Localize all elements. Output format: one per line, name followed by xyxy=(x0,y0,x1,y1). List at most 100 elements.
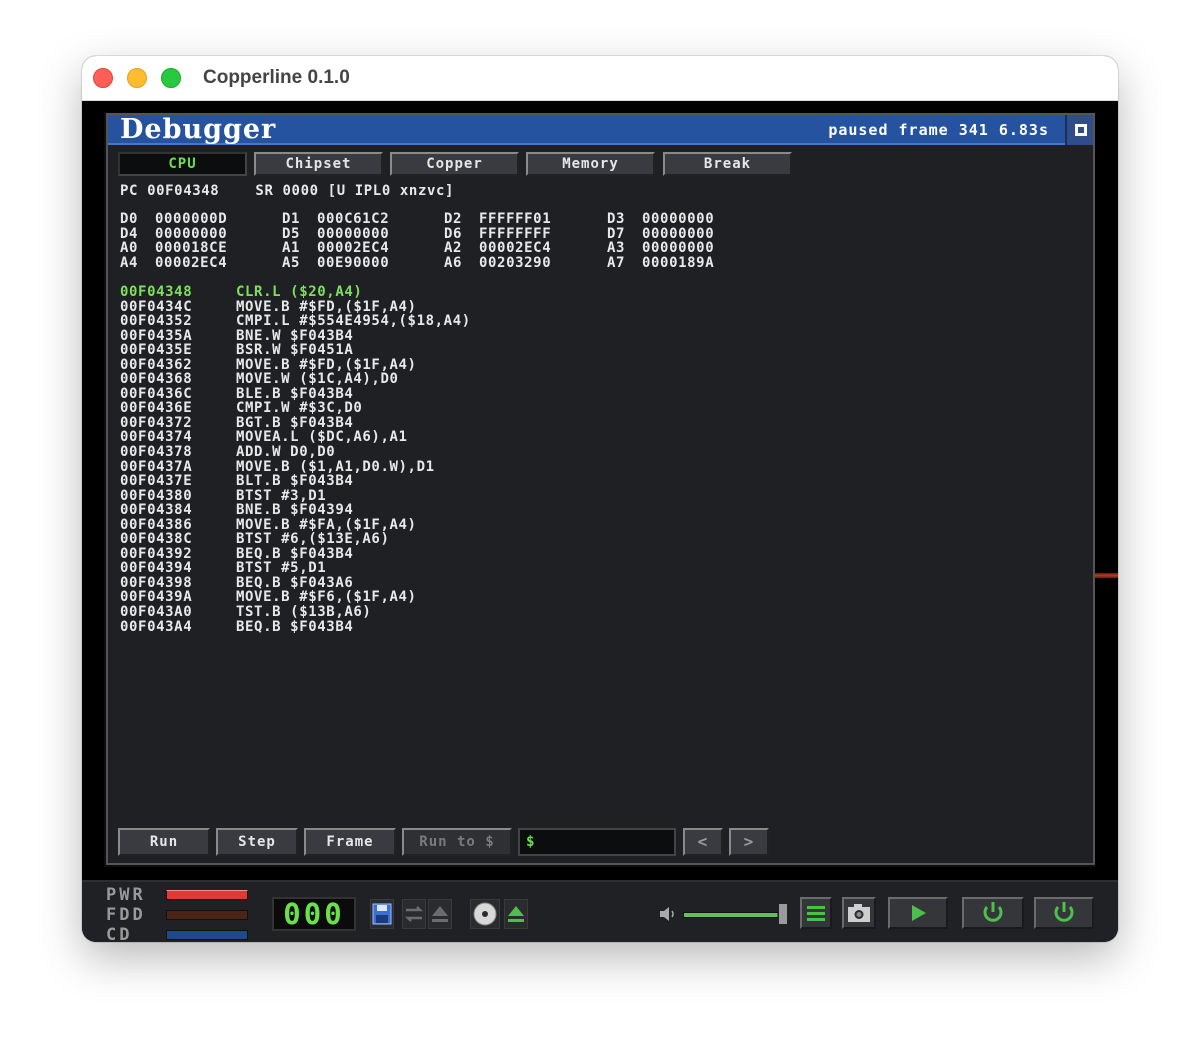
minimize-window-button[interactable] xyxy=(127,68,147,88)
disassembly-row[interactable]: 00F043A4 BEQ.B $F043B4 xyxy=(120,620,720,635)
disassembly-row[interactable]: 00F043A0 TST.B ($13B,A6) xyxy=(120,605,720,620)
instruction-address: 00F04374 xyxy=(120,429,193,446)
play-button[interactable] xyxy=(888,897,948,929)
instruction-text: MOVE.B #$FD,($1F,A4) xyxy=(236,298,417,315)
swap-disk-button[interactable] xyxy=(402,899,426,929)
reset-power-button[interactable] xyxy=(1034,897,1094,929)
disassembly-row[interactable]: 00F04394 BTST #5,D1 xyxy=(120,561,720,576)
emulator-status-bar: PWR FDD CD 000 xyxy=(82,880,1118,942)
tab-cpu[interactable]: CPU xyxy=(118,152,247,176)
disassembly-row[interactable]: 00F0434C MOVE.B #$FD,($1F,A4) xyxy=(120,300,720,315)
instruction-text: BGT.B $F043B4 xyxy=(236,414,354,431)
disassembly-row[interactable]: 00F0438C BTST #6,($13E,A6) xyxy=(120,532,720,547)
disassembly-row[interactable]: 00F04386 MOVE.B #$FA,($1F,A4) xyxy=(120,518,720,533)
register-value: FFFFFFFF xyxy=(479,225,552,242)
instruction-text: BNE.W $F043B4 xyxy=(236,327,354,344)
disassembly-row[interactable]: 00F0437A MOVE.B ($1,A1,D0.W),D1 xyxy=(120,460,720,475)
register-label: A6 xyxy=(444,254,463,271)
register-value: 00000000 xyxy=(155,225,228,242)
disassembly-row[interactable]: 00F04352 CMPI.L #$554E4954,($18,A4) xyxy=(120,314,720,329)
disassembly-row[interactable]: 00F0435E BSR.W $F0451A xyxy=(120,343,720,358)
register-label: D7 xyxy=(607,225,626,242)
close-window-button[interactable] xyxy=(93,68,113,88)
instruction-text: TST.B ($13B,A6) xyxy=(236,604,372,621)
instruction-text: MOVE.W ($1C,A4),D0 xyxy=(236,371,399,388)
instruction-address: 00F04362 xyxy=(120,356,193,373)
zoom-window-button[interactable] xyxy=(161,68,181,88)
disassembly-row-current[interactable]: 00F04348 CLR.L ($20,A4) xyxy=(120,285,720,300)
run-button[interactable]: Run xyxy=(118,828,210,856)
disassembly-row[interactable]: 00F04368 MOVE.W ($1C,A4),D0 xyxy=(120,372,720,387)
instruction-address: 00F04386 xyxy=(120,516,193,533)
instruction-text: MOVE.B ($1,A1,D0.W),D1 xyxy=(236,458,435,475)
screenshot-button[interactable] xyxy=(842,897,876,929)
debugger-close-button[interactable] xyxy=(1065,115,1093,145)
disassembly-row[interactable]: 00F0436C BLE.B $F043B4 xyxy=(120,387,720,402)
frame-button[interactable]: Frame xyxy=(304,828,396,856)
instruction-text: BTST #5,D1 xyxy=(236,560,327,577)
run-to-button[interactable]: Run to $ xyxy=(402,828,512,856)
disassembly-row[interactable]: 00F04392 BEQ.B $F043B4 xyxy=(120,547,720,562)
instruction-address: 00F04384 xyxy=(120,502,193,519)
run-to-address-input[interactable] xyxy=(518,828,676,856)
instruction-address: 00F04368 xyxy=(120,371,193,388)
debugger-header: Debugger paused frame 341 6.83s xyxy=(108,114,1093,145)
register-label: A5 xyxy=(282,254,301,271)
register-label: A3 xyxy=(607,240,626,257)
volume-slider[interactable] xyxy=(683,912,783,918)
instruction-text: BEQ.B $F043B4 xyxy=(236,545,354,562)
pc-sr-line: PC 00F04348 SR 0000 [U IPL0 xnzvc] xyxy=(120,183,455,199)
disassembly-row[interactable]: 00F0437E BLT.B $F043B4 xyxy=(120,474,720,489)
disassembly-row[interactable]: 00F04374 MOVEA.L ($DC,A6),A1 xyxy=(120,430,720,445)
register-row: D0 0000000D D1 000C61C2 D2 FFFFFF01 D3 0… xyxy=(120,212,800,227)
instruction-text: BLT.B $F043B4 xyxy=(236,473,354,490)
cd-button[interactable] xyxy=(470,899,500,929)
disassembly-row[interactable]: 00F04384 BNE.B $F04394 xyxy=(120,503,720,518)
disassembly-row[interactable]: 00F04362 MOVE.B #$FD,($1F,A4) xyxy=(120,358,720,373)
instruction-text: BSR.W $F0451A xyxy=(236,342,354,359)
register-value: 00000000 xyxy=(317,225,390,242)
volume-slider-handle[interactable] xyxy=(778,903,788,925)
instruction-text: MOVE.B #$F6,($1F,A4) xyxy=(236,589,417,606)
debugger-title: Debugger xyxy=(120,114,277,145)
instruction-address: 00F0436E xyxy=(120,400,193,417)
disassembly-row[interactable]: 00F04372 BGT.B $F043B4 xyxy=(120,416,720,431)
power-button[interactable] xyxy=(962,897,1024,929)
register-label: D1 xyxy=(282,211,301,227)
tab-break[interactable]: Break xyxy=(663,152,792,176)
disassembly-row[interactable]: 00F0439A MOVE.B #$F6,($1F,A4) xyxy=(120,590,720,605)
eject-disk-button[interactable] xyxy=(428,899,452,929)
disassembly-row[interactable]: 00F04380 BTST #3,D1 xyxy=(120,489,720,504)
register-value: 00000000 xyxy=(642,225,715,242)
instruction-text: CLR.L ($20,A4) xyxy=(236,284,363,300)
eject-icon xyxy=(432,906,448,922)
register-label: D2 xyxy=(444,211,463,227)
eject-cd-button[interactable] xyxy=(504,899,528,929)
register-value: 0000189A xyxy=(642,254,715,271)
register-value: 00000000 xyxy=(642,211,715,227)
emulator-screen: Debugger paused frame 341 6.83s CPU Chip… xyxy=(104,113,1095,867)
power-icon xyxy=(983,902,1003,922)
tab-memory[interactable]: Memory xyxy=(526,152,655,176)
disassembly-row[interactable]: 00F0435A BNE.W $F043B4 xyxy=(120,329,720,344)
step-button[interactable]: Step xyxy=(216,828,298,856)
disassembly-row[interactable]: 00F0436E CMPI.W #$3C,D0 xyxy=(120,401,720,416)
tab-copper[interactable]: Copper xyxy=(390,152,519,176)
floppy-button[interactable] xyxy=(370,899,394,929)
disassembly-list[interactable]: 00F04348 CLR.L ($20,A4) 00F0434C MOVE.B #$F… xyxy=(120,285,720,634)
screen-edge-mark xyxy=(1095,573,1118,578)
debugger-panel: Debugger paused frame 341 6.83s CPU Chip… xyxy=(106,113,1095,865)
previous-button[interactable]: < xyxy=(683,828,723,856)
tab-chipset[interactable]: Chipset xyxy=(254,152,383,176)
instruction-address: 00F043A4 xyxy=(120,618,193,635)
instruction-address: 00F0435E xyxy=(120,342,193,359)
next-button[interactable]: > xyxy=(729,828,769,856)
instruction-address: 00F043A0 xyxy=(120,604,193,621)
disassembly-row[interactable]: 00F04398 BEQ.B $F043A6 xyxy=(120,576,720,591)
disassembly-row[interactable]: 00F04378 ADD.W D0,D0 xyxy=(120,445,720,460)
instruction-address: 00F04348 xyxy=(120,284,193,300)
pwr-led xyxy=(166,890,248,900)
cd-eject-icon xyxy=(508,906,524,922)
square-icon xyxy=(1075,124,1087,136)
menu-button[interactable] xyxy=(800,897,832,929)
